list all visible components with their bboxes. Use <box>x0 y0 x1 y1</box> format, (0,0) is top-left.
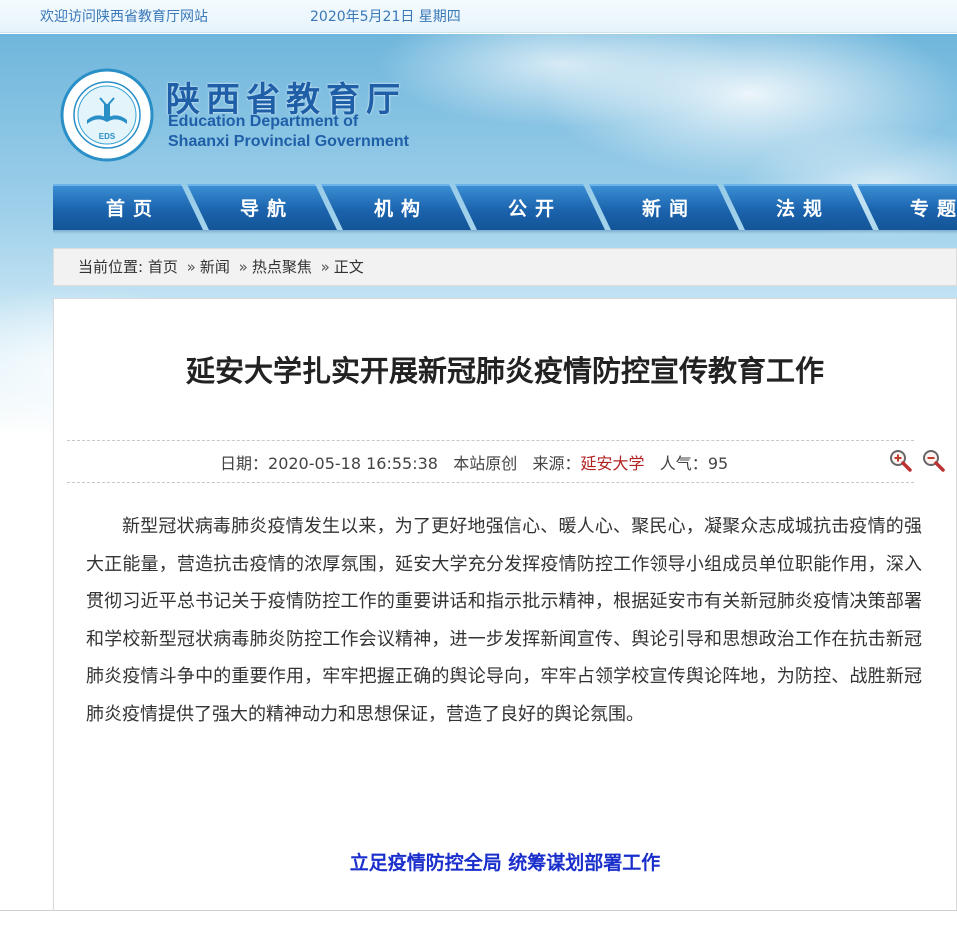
breadcrumb: 当前位置: 首页 » 新闻 » 热点聚焦 » 正文 <box>53 248 957 286</box>
nav-organization-label: 机构 <box>373 198 428 220</box>
current-date: 2020年5月21日 星期四 <box>310 9 461 25</box>
article-body: 新型冠状病毒肺炎疫情发生以来，为了更好地强信心、暖人心、聚民心，凝聚众志成城抗击… <box>86 516 922 725</box>
breadcrumb-hot-topics[interactable]: 热点聚焦 <box>252 258 312 276</box>
article-subheading: 立足疫情防控全局 统筹谋划部署工作 <box>349 852 661 874</box>
nav-regulations[interactable]: 法规 <box>723 184 873 230</box>
main-nav: 首页 导航 机构 公开 新闻 法规 专题 <box>53 184 957 230</box>
nav-topics[interactable]: 专题 <box>857 184 957 230</box>
emblem-logo-icon[interactable]: EDS <box>60 68 154 162</box>
bottom-divider <box>0 910 957 911</box>
breadcrumb-prefix: 当前位置: <box>78 258 144 276</box>
nav-guide[interactable]: 导航 <box>187 184 337 230</box>
nav-regulations-label: 法规 <box>775 198 830 220</box>
article-meta: 日期：2020-05-18 16:55:38 本站原创 来源：延安大学 人气：9… <box>220 450 728 474</box>
origin-label: 本站原创 <box>453 454 518 473</box>
meta-divider-bottom <box>67 482 914 483</box>
breadcrumb-separator: » <box>186 258 196 276</box>
nav-public[interactable]: 公开 <box>455 184 605 230</box>
nav-news[interactable]: 新闻 <box>589 184 739 230</box>
site-name-en-line1: Education Department of <box>168 113 359 130</box>
source-value: 延安大学 <box>580 454 645 473</box>
site-name-en-line2: Shaanxi Provincial Government <box>168 133 409 150</box>
breadcrumb-separator: » <box>320 258 330 276</box>
top-bar: 欢迎访问陕西省教育厅网站 2020年5月21日 星期四 <box>0 0 957 33</box>
nav-home[interactable]: 首页 <box>53 184 203 230</box>
nav-guide-label: 导航 <box>239 198 294 220</box>
emblem-text: EDS <box>99 132 116 141</box>
views-value: 95 <box>707 454 729 473</box>
views-label: 人气： <box>659 454 708 473</box>
meta-divider-top <box>67 440 914 441</box>
breadcrumb-current: 正文 <box>333 258 364 276</box>
welcome-text: 欢迎访问陕西省教育厅网站 <box>40 9 208 25</box>
date-label: 日期： <box>220 454 269 473</box>
nav-public-label: 公开 <box>507 198 562 220</box>
zoom-in-icon[interactable] <box>888 448 912 472</box>
nav-shadow <box>53 230 957 234</box>
nav-news-label: 新闻 <box>641 198 696 220</box>
article-title: 延安大学扎实开展新冠肺炎疫情防控宣传教育工作 <box>185 354 824 388</box>
nav-topics-label: 专题 <box>909 198 957 220</box>
nav-home-label: 首页 <box>105 198 160 220</box>
source-label: 来源： <box>532 454 581 473</box>
date-value: 2020-05-18 16:55:38 <box>268 454 438 473</box>
zoom-out-icon[interactable] <box>921 448 945 472</box>
breadcrumb-news[interactable]: 新闻 <box>200 258 230 276</box>
nav-organization[interactable]: 机构 <box>321 184 471 230</box>
breadcrumb-home[interactable]: 首页 <box>148 258 178 276</box>
breadcrumb-separator: » <box>238 258 248 276</box>
